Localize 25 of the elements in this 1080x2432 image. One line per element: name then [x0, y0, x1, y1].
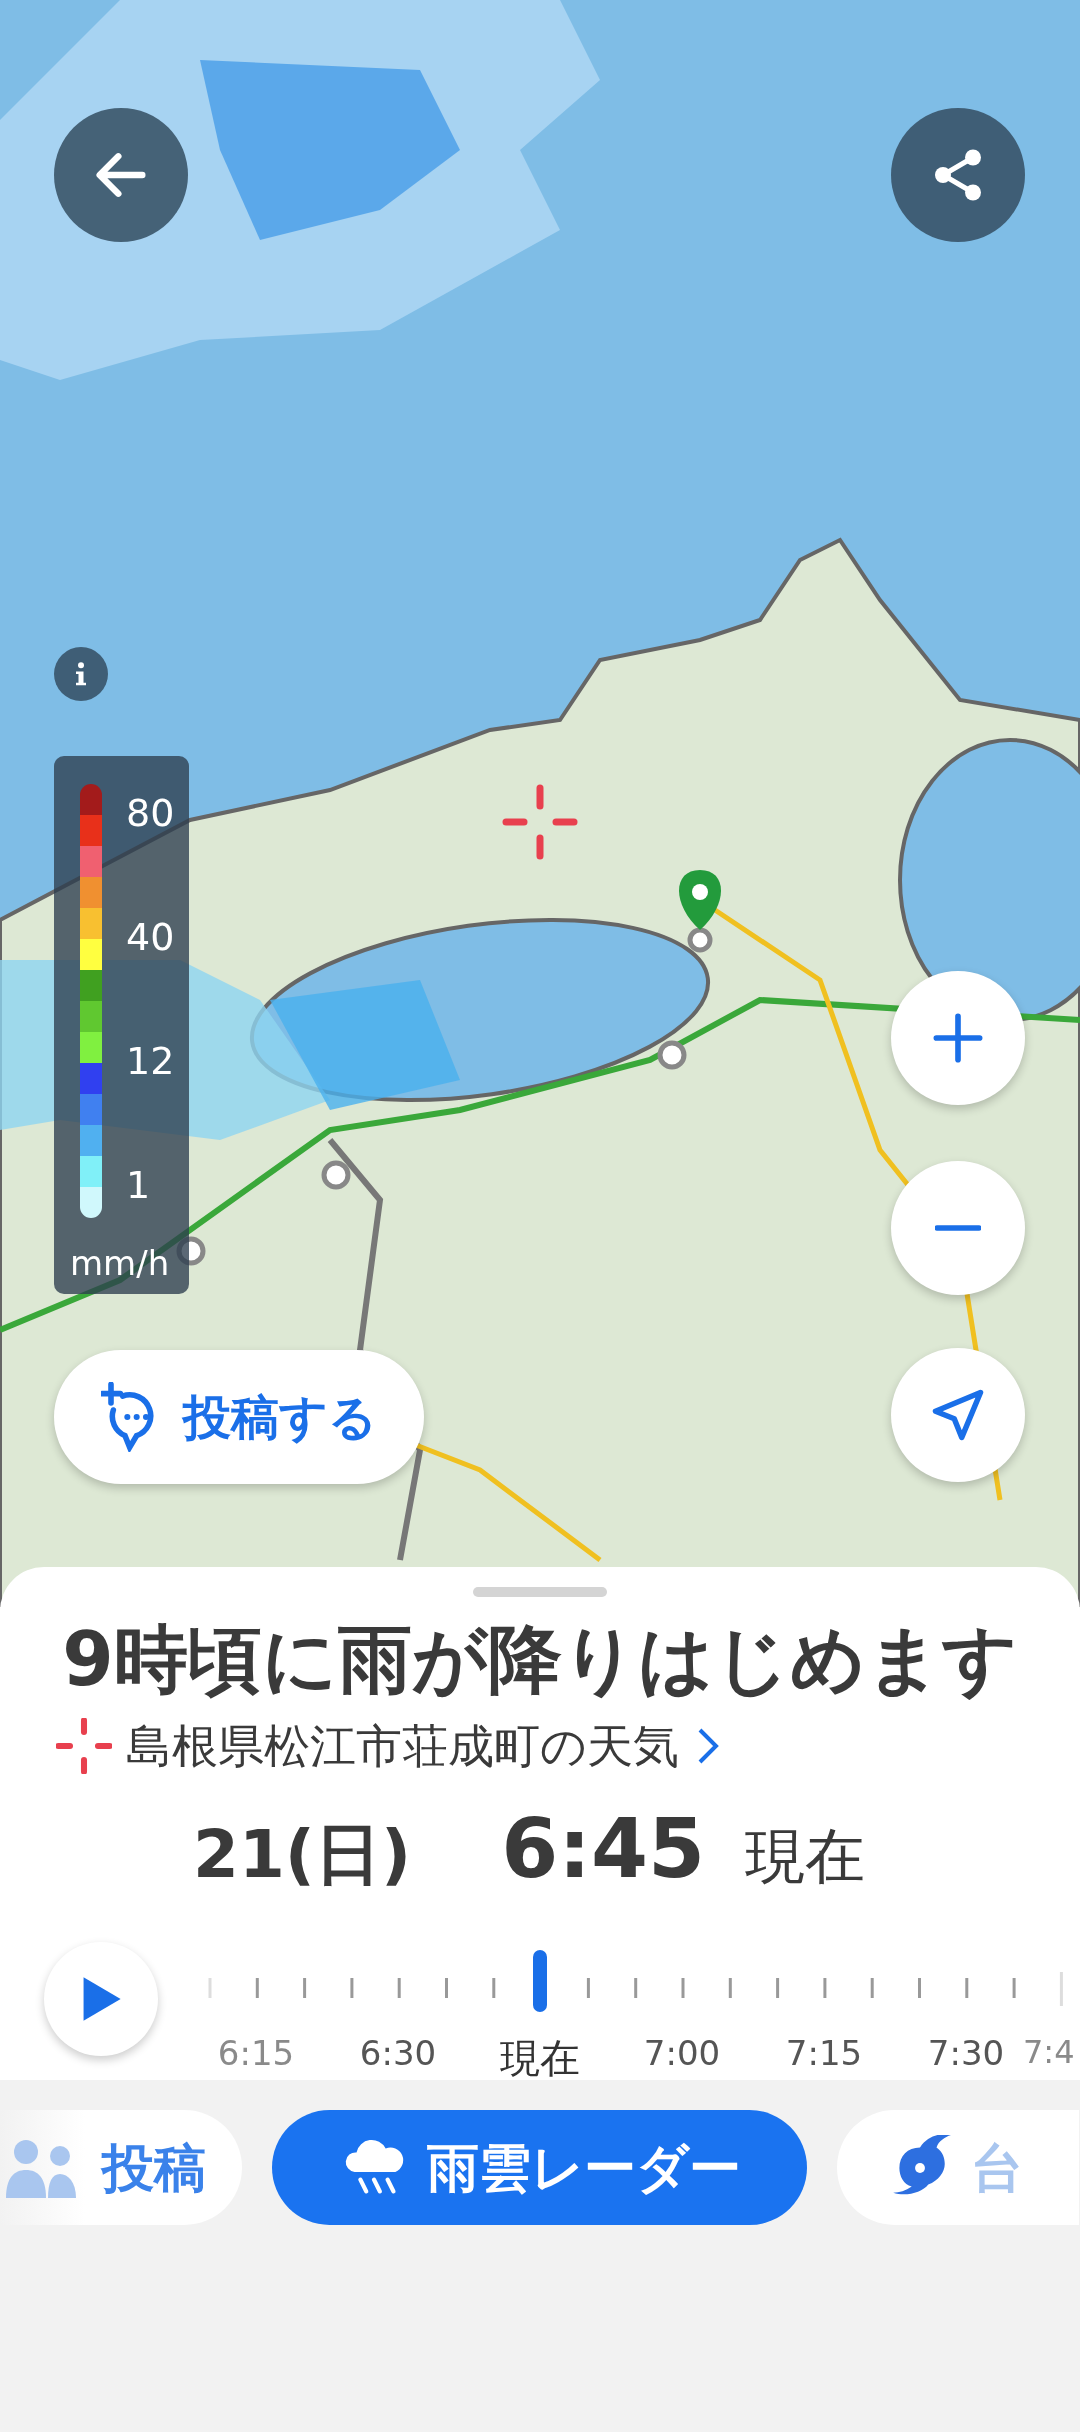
crosshair-icon [502, 784, 578, 860]
location-link[interactable]: 島根県松江市荘成町の天気 [126, 1711, 679, 1781]
current-label: 現在 [745, 1819, 866, 1893]
scale-label: 80 [126, 794, 175, 832]
time-text: 6:45 [501, 1799, 706, 1898]
post-button[interactable]: 投稿する [54, 1350, 424, 1484]
scale-label: 12 [126, 1042, 175, 1080]
time-label[interactable]: 7:00 [611, 2027, 753, 2079]
map-pin-icon[interactable] [679, 870, 721, 930]
time-label[interactable]: 現在 [469, 2027, 611, 2088]
timeline-thumb[interactable] [533, 1949, 547, 2012]
plus-icon [932, 1012, 984, 1064]
date-text: 21(日) [193, 1814, 412, 1895]
scale-label: 1 [126, 1166, 151, 1204]
scale-label: 40 [126, 918, 175, 956]
play-button[interactable] [44, 1941, 158, 2056]
rain-scale-icon [80, 784, 102, 1218]
time-label[interactable]: 6:30 [327, 2027, 469, 2079]
drag-handle[interactable] [473, 1587, 607, 1597]
minus-icon [935, 1224, 981, 1232]
time-label[interactable]: 7:15 [753, 2027, 895, 2079]
crosshair-icon [56, 1718, 112, 1775]
unit-label: mm/h [70, 1246, 170, 1280]
forecast-headline: 9時頃に雨が降りはじめます [61, 1615, 1019, 1704]
tab[interactable]: 雨雲レーダー [272, 2110, 807, 2225]
